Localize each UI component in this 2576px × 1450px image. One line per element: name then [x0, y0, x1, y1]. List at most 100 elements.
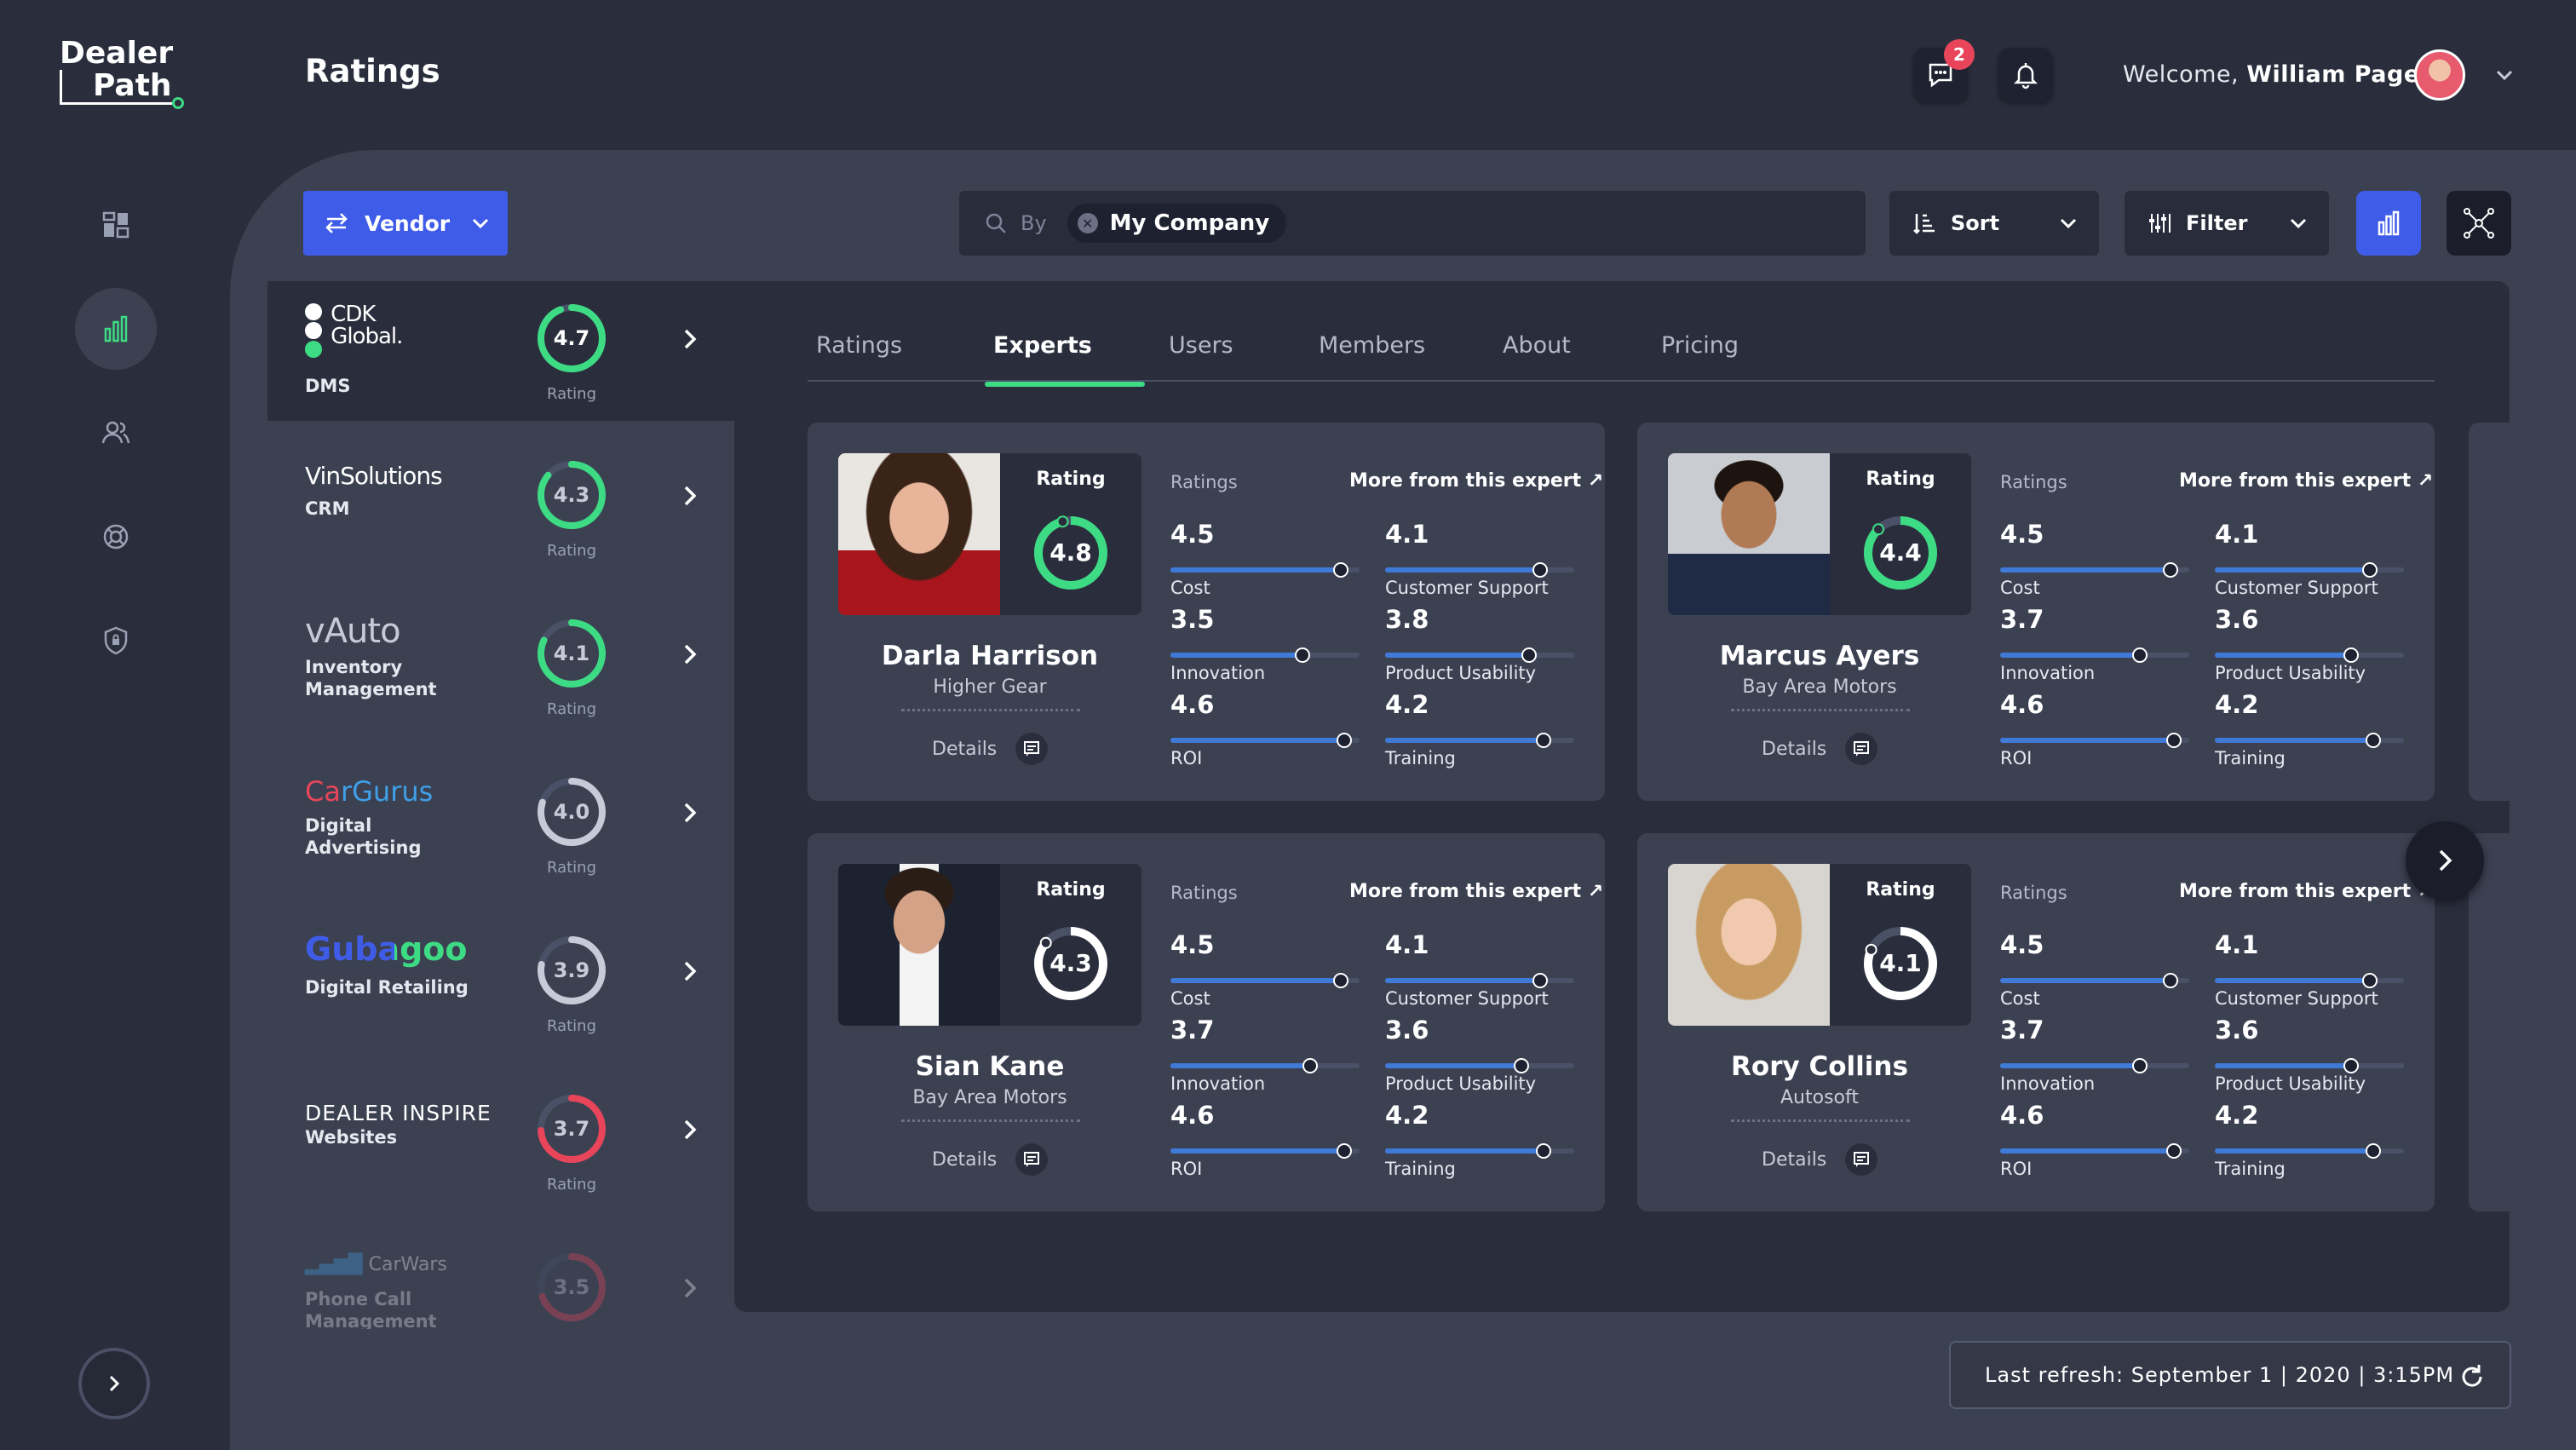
metric-bar — [2000, 1058, 2189, 1073]
metric-knob — [2362, 973, 2378, 988]
metric-bar-fill — [2215, 1063, 2351, 1068]
vendor-row-cdk[interactable]: CDK Global. DMS 4.7 Rating — [267, 281, 734, 421]
vendor-row-carwars[interactable]: ▂▄▆█ CarWars Phone Call Management 3.5 — [267, 1230, 734, 1329]
chevron-right-icon[interactable] — [676, 958, 704, 985]
dealerpath-logo[interactable]: Dealer Path — [60, 37, 184, 109]
arrow-up-right-icon: ↗ — [1587, 881, 1604, 902]
logo-line-2: Path — [60, 70, 184, 109]
metric: 3.6 Product Usability — [1385, 1016, 1574, 1099]
security-nav-icon[interactable] — [75, 600, 157, 682]
expert-photo — [838, 864, 1000, 1026]
tab-ratings[interactable]: Ratings — [816, 332, 902, 359]
metric-knob — [2366, 733, 2382, 748]
metric-knob — [2343, 647, 2359, 663]
details-button[interactable]: Details — [932, 1143, 1049, 1176]
metric-bar-fill — [1170, 567, 1341, 573]
dashboard-nav-icon[interactable] — [75, 184, 157, 266]
details-button[interactable]: Details — [1762, 733, 1878, 765]
filter-dropdown[interactable]: Filter — [2125, 191, 2329, 256]
metric: 4.2 Training — [1385, 1101, 1574, 1184]
chevron-right-icon[interactable] — [676, 799, 704, 826]
next-page-button[interactable] — [2406, 821, 2484, 900]
vauto-logo: vAuto — [305, 612, 401, 651]
notifications-button[interactable] — [1998, 48, 2053, 102]
metric: 3.6 Product Usability — [2215, 1016, 2404, 1099]
filter-label: Filter — [2186, 211, 2248, 235]
more-from-expert-link[interactable]: More from this expert ↗ — [1349, 470, 1603, 492]
metric-bar-fill — [2000, 738, 2175, 743]
support-nav-icon[interactable] — [75, 496, 157, 578]
tab-pricing[interactable]: Pricing — [1661, 332, 1739, 359]
metric-name: Training — [1385, 748, 1456, 768]
chip-remove-icon[interactable]: ✕ — [1077, 213, 1098, 233]
metric-name: Innovation — [1170, 1073, 1266, 1094]
dealer-inspire-logo: DEALER INSPIRE — [305, 1101, 492, 1125]
vendor-rating-ring: 4.1 — [538, 619, 606, 688]
svg-text:4.0: 4.0 — [554, 800, 590, 824]
bar-chart-icon — [104, 315, 128, 342]
metric: 3.5 Innovation — [1170, 605, 1360, 688]
search-bar[interactable]: By ✕ My Company — [959, 191, 1866, 256]
metric-name: Customer Support — [1385, 988, 1549, 1009]
vendor-row-cargurus[interactable]: CarGurus Digital Advertising 4.0 Rating — [267, 755, 734, 895]
metric-value: 3.6 — [2215, 1016, 2259, 1044]
vendor-row-vauto[interactable]: vAuto Inventory Management 4.1 Rating — [267, 596, 734, 736]
chart-view-button[interactable] — [2356, 191, 2421, 256]
chevron-right-icon[interactable] — [676, 482, 704, 509]
metric-bar-fill — [1170, 1148, 1345, 1154]
vendor-row-dealer-inspire[interactable]: DEALER INSPIRE Websites 3.7 Rating — [267, 1072, 734, 1211]
messages-button[interactable]: 2 — [1913, 39, 1975, 102]
metric-value: 4.2 — [1385, 1101, 1429, 1130]
avatar[interactable] — [2414, 49, 2465, 101]
vendor-category: Websites — [305, 1127, 398, 1148]
metric-bar — [1385, 733, 1574, 748]
metric-value: 4.6 — [1170, 690, 1215, 719]
tab-members[interactable]: Members — [1319, 332, 1425, 359]
user-menu-chevron[interactable] — [2493, 63, 2516, 90]
comment-icon — [1015, 733, 1049, 765]
bell-icon — [2013, 63, 2038, 89]
metric: 4.5 Cost — [2000, 930, 2189, 1014]
metric: 4.1 Customer Support — [2215, 930, 2404, 1014]
more-from-expert-link[interactable]: More from this expert ↗ — [2179, 881, 2433, 902]
ratings-nav-icon[interactable] — [75, 288, 157, 370]
expert-rating-box: Rating 4.8 — [1000, 453, 1141, 615]
expert-rating-box: Rating 4.1 — [1830, 864, 1971, 1026]
expert-photo — [1668, 864, 1830, 1026]
network-icon — [2464, 208, 2494, 239]
metric-value: 3.8 — [1385, 605, 1429, 634]
vendor-dropdown[interactable]: Vendor — [303, 191, 508, 256]
svg-text:3.5: 3.5 — [554, 1275, 590, 1299]
metric-bar-fill — [1385, 1148, 1544, 1154]
metric-bar — [1385, 1058, 1574, 1073]
network-view-button[interactable] — [2447, 191, 2511, 256]
chevron-right-icon[interactable] — [676, 1116, 704, 1143]
chevron-right-icon[interactable] — [676, 641, 704, 668]
details-button[interactable]: Details — [932, 733, 1049, 765]
search-chip[interactable]: ✕ My Company — [1067, 204, 1287, 243]
expert-name: Sian Kane — [915, 1051, 1065, 1082]
vendor-rating-ring: 4.7 — [538, 304, 606, 372]
tab-experts[interactable]: Experts — [993, 332, 1092, 359]
chevron-right-icon[interactable] — [676, 325, 704, 353]
metric-bar — [2215, 733, 2404, 748]
metric: 4.1 Customer Support — [2215, 520, 2404, 603]
refresh-icon[interactable] — [2457, 1361, 2487, 1392]
details-button[interactable]: Details — [1762, 1143, 1878, 1176]
expand-rail-button[interactable] — [78, 1348, 150, 1419]
vendor-row-vinsolutions[interactable]: VinSolutions CRM 4.3 Rating — [267, 438, 734, 578]
users-nav-icon[interactable] — [75, 392, 157, 474]
metric-bar — [2215, 647, 2404, 663]
metric-name: Innovation — [1170, 663, 1266, 683]
metric-knob — [1332, 973, 1348, 988]
tab-about[interactable]: About — [1503, 332, 1571, 359]
vendor-row-gubagoo[interactable]: Gubagoo Digital Retailing 3.9 Rating — [267, 913, 734, 1053]
more-from-expert-link[interactable]: More from this expert ↗ — [1349, 881, 1603, 902]
metric-knob — [2343, 1058, 2359, 1073]
search-by-label: By — [1021, 211, 1047, 235]
metric-knob — [1302, 1058, 1319, 1073]
tab-users[interactable]: Users — [1169, 332, 1233, 359]
more-from-expert-link[interactable]: More from this expert ↗ — [2179, 470, 2433, 492]
sort-dropdown[interactable]: Sort — [1889, 191, 2099, 256]
chevron-right-icon[interactable] — [676, 1275, 704, 1302]
